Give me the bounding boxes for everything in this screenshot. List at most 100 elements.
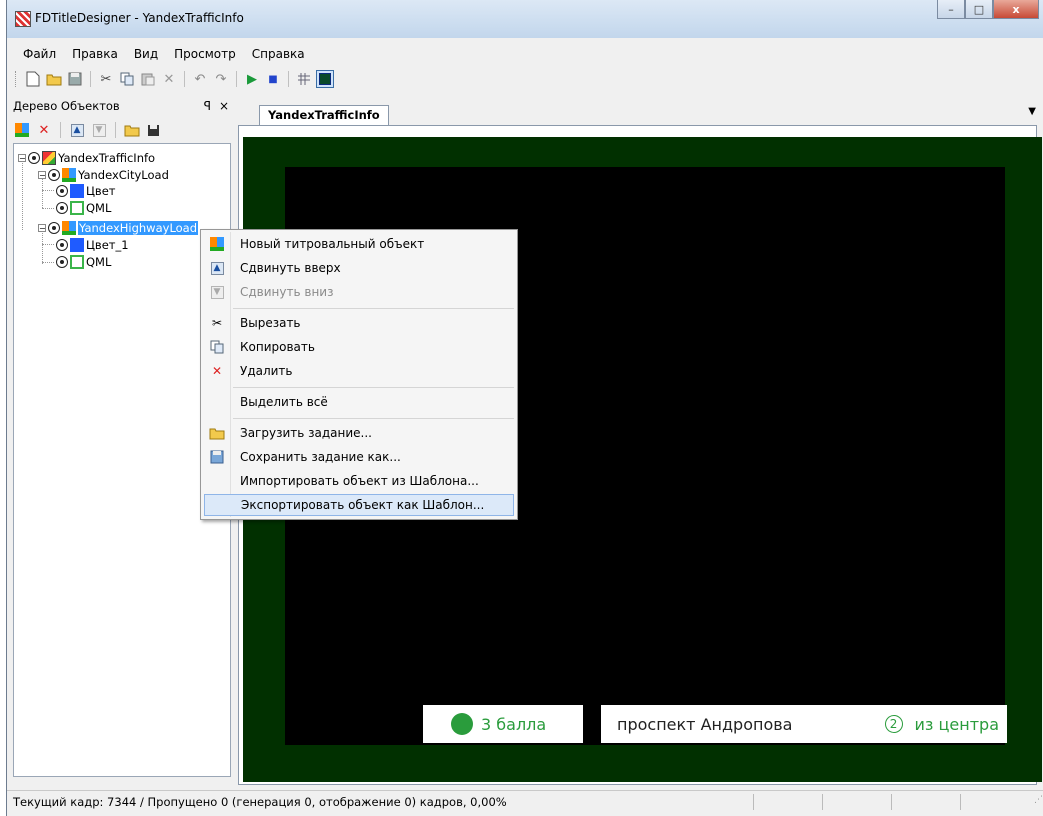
status-bar: Текущий кадр: 7344 / Пропущено 0 (генера… bbox=[7, 790, 1043, 813]
open-folder-icon[interactable] bbox=[45, 70, 63, 88]
tree-node-highway-color[interactable]: Цвет_1 bbox=[56, 237, 129, 253]
visibility-icon[interactable] bbox=[48, 222, 60, 234]
visibility-icon[interactable] bbox=[56, 202, 68, 214]
delete-icon[interactable]: ✕ bbox=[35, 121, 53, 139]
delete-icon: ✕ bbox=[211, 364, 223, 378]
color-swatch-icon bbox=[70, 238, 84, 252]
tree-node-highway-load[interactable]: − YandexHighwayLoad bbox=[38, 220, 199, 236]
close-button[interactable]: x bbox=[993, 0, 1039, 19]
menu-item-label: Копировать bbox=[240, 340, 315, 354]
collapse-icon[interactable]: − bbox=[18, 154, 26, 163]
resize-grip-icon[interactable]: ⋰ bbox=[1029, 795, 1043, 809]
new-file-icon[interactable] bbox=[24, 70, 42, 88]
context-menu: Новый титровальный объект ▲ Сдвинуть вве… bbox=[200, 229, 518, 520]
toolbar-grip[interactable] bbox=[15, 71, 19, 87]
qml-icon bbox=[70, 201, 84, 215]
load-task-icon[interactable] bbox=[123, 121, 141, 139]
menu-help[interactable]: Справка bbox=[246, 45, 311, 65]
menu-file[interactable]: Файл bbox=[17, 45, 62, 65]
redo-icon[interactable]: ↷ bbox=[212, 70, 230, 88]
menu-item-delete[interactable]: ✕ Удалить bbox=[204, 360, 514, 382]
menu-item-select-all[interactable]: Выделить всё bbox=[204, 391, 514, 413]
window-controls: – □ x bbox=[937, 0, 1039, 20]
new-object-icon bbox=[204, 237, 230, 251]
toolbar-separator bbox=[236, 71, 237, 87]
menu-item-move-up[interactable]: ▲ Сдвинуть вверх bbox=[204, 257, 514, 279]
tab-yandex-traffic-info[interactable]: YandexTrafficInfo bbox=[259, 105, 389, 126]
menu-item-label: Вырезать bbox=[240, 316, 301, 330]
road-name: проспект Андропова bbox=[617, 714, 793, 734]
menu-item-load-task[interactable]: Загрузить задание... bbox=[204, 422, 514, 444]
title-bar: FDTitleDesigner - YandexTrafficInfo – □ … bbox=[7, 0, 1043, 38]
visibility-icon[interactable] bbox=[28, 152, 40, 164]
menu-view[interactable]: Вид bbox=[128, 45, 164, 65]
tree-guide bbox=[22, 158, 23, 230]
status-cell bbox=[822, 794, 891, 810]
status-text: Текущий кадр: 7344 / Пропущено 0 (генера… bbox=[13, 795, 507, 809]
menu-item-label: Сдвинуть вверх bbox=[240, 261, 341, 275]
copy-icon[interactable] bbox=[118, 70, 136, 88]
paste-icon[interactable] bbox=[139, 70, 157, 88]
visibility-icon[interactable] bbox=[56, 256, 68, 268]
grid-icon[interactable] bbox=[295, 70, 313, 88]
visibility-icon[interactable] bbox=[56, 239, 68, 251]
menu-separator bbox=[233, 387, 514, 388]
move-down-icon[interactable]: ▼ bbox=[90, 121, 108, 139]
undo-icon[interactable]: ↶ bbox=[191, 70, 209, 88]
panel-close-icon[interactable]: × bbox=[219, 99, 229, 113]
menu-edit[interactable]: Правка bbox=[66, 45, 124, 65]
toolbar-separator bbox=[184, 71, 185, 87]
qml-icon bbox=[70, 255, 84, 269]
maximize-button[interactable]: □ bbox=[965, 0, 993, 19]
tree-guide bbox=[42, 244, 54, 245]
move-up-icon[interactable]: ▲ bbox=[68, 121, 86, 139]
tab-list-dropdown-icon[interactable]: ▼ bbox=[1028, 106, 1036, 117]
cut-icon[interactable]: ✂ bbox=[97, 70, 115, 88]
toolbar-separator bbox=[115, 122, 116, 138]
tree-node-root[interactable]: − YandexTrafficInfo bbox=[18, 150, 155, 166]
app-window: FDTitleDesigner - YandexTrafficInfo – □ … bbox=[6, 0, 1043, 816]
tree-node-city-color[interactable]: Цвет bbox=[56, 183, 115, 199]
menu-item-move-down: ▼ Сдвинуть вниз bbox=[204, 281, 514, 303]
object-tree[interactable]: − YandexTrafficInfo − YandexCityLoad Цве… bbox=[13, 143, 231, 777]
menu-item-save-task-as[interactable]: Сохранить задание как... bbox=[204, 446, 514, 468]
menu-item-new-object[interactable]: Новый титровальный объект bbox=[204, 233, 514, 255]
tree-node-label: Цвет bbox=[86, 184, 116, 198]
object-tree-toolbar: ✕ ▲ ▼ bbox=[13, 119, 163, 141]
collapse-icon[interactable]: − bbox=[38, 171, 46, 180]
cut-icon: ✂ bbox=[211, 316, 223, 330]
collapse-icon[interactable]: − bbox=[38, 224, 46, 233]
menu-preview[interactable]: Просмотр bbox=[168, 45, 242, 65]
status-cell bbox=[891, 794, 960, 810]
save-icon[interactable] bbox=[66, 70, 84, 88]
new-object-icon[interactable] bbox=[13, 121, 31, 139]
window-title: FDTitleDesigner - YandexTrafficInfo bbox=[35, 11, 244, 25]
traffic-score-box: 3 балла bbox=[423, 705, 583, 743]
preview-frame-icon[interactable] bbox=[316, 70, 334, 88]
tree-node-label: QML bbox=[86, 255, 112, 269]
tree-node-label: YandexCityLoad bbox=[78, 168, 169, 182]
tree-guide bbox=[42, 262, 54, 263]
play-icon[interactable]: ▶ bbox=[243, 70, 261, 88]
object-tree-header: Дерево Объектов ꟼ × bbox=[11, 97, 231, 115]
menu-item-import-template[interactable]: Импортировать объект из Шаблона... bbox=[204, 470, 514, 492]
tree-node-city-load[interactable]: − YandexCityLoad bbox=[38, 167, 169, 183]
delete-icon[interactable]: ✕ bbox=[160, 70, 178, 88]
tree-node-label: YandexTrafficInfo bbox=[58, 151, 156, 165]
pin-icon[interactable]: ꟼ bbox=[204, 99, 211, 113]
menu-item-cut[interactable]: ✂ Вырезать bbox=[204, 312, 514, 334]
tree-node-city-qml[interactable]: QML bbox=[56, 200, 111, 216]
stop-icon[interactable]: ■ bbox=[264, 70, 282, 88]
menu-item-label: Выделить всё bbox=[240, 395, 328, 409]
menu-separator bbox=[233, 418, 514, 419]
menu-item-copy[interactable]: Копировать bbox=[204, 336, 514, 358]
color-swatch-icon bbox=[70, 184, 84, 198]
menu-item-export-template[interactable]: Экспортировать объект как Шаблон... bbox=[204, 494, 514, 516]
direction-info: 2 из центра bbox=[884, 715, 999, 734]
minimize-button[interactable]: – bbox=[937, 0, 965, 19]
tree-node-highway-qml[interactable]: QML bbox=[56, 254, 111, 270]
visibility-icon[interactable] bbox=[56, 185, 68, 197]
save-task-icon[interactable] bbox=[145, 121, 163, 139]
visibility-icon[interactable] bbox=[48, 169, 60, 181]
menu-item-label: Импортировать объект из Шаблона... bbox=[240, 474, 479, 488]
